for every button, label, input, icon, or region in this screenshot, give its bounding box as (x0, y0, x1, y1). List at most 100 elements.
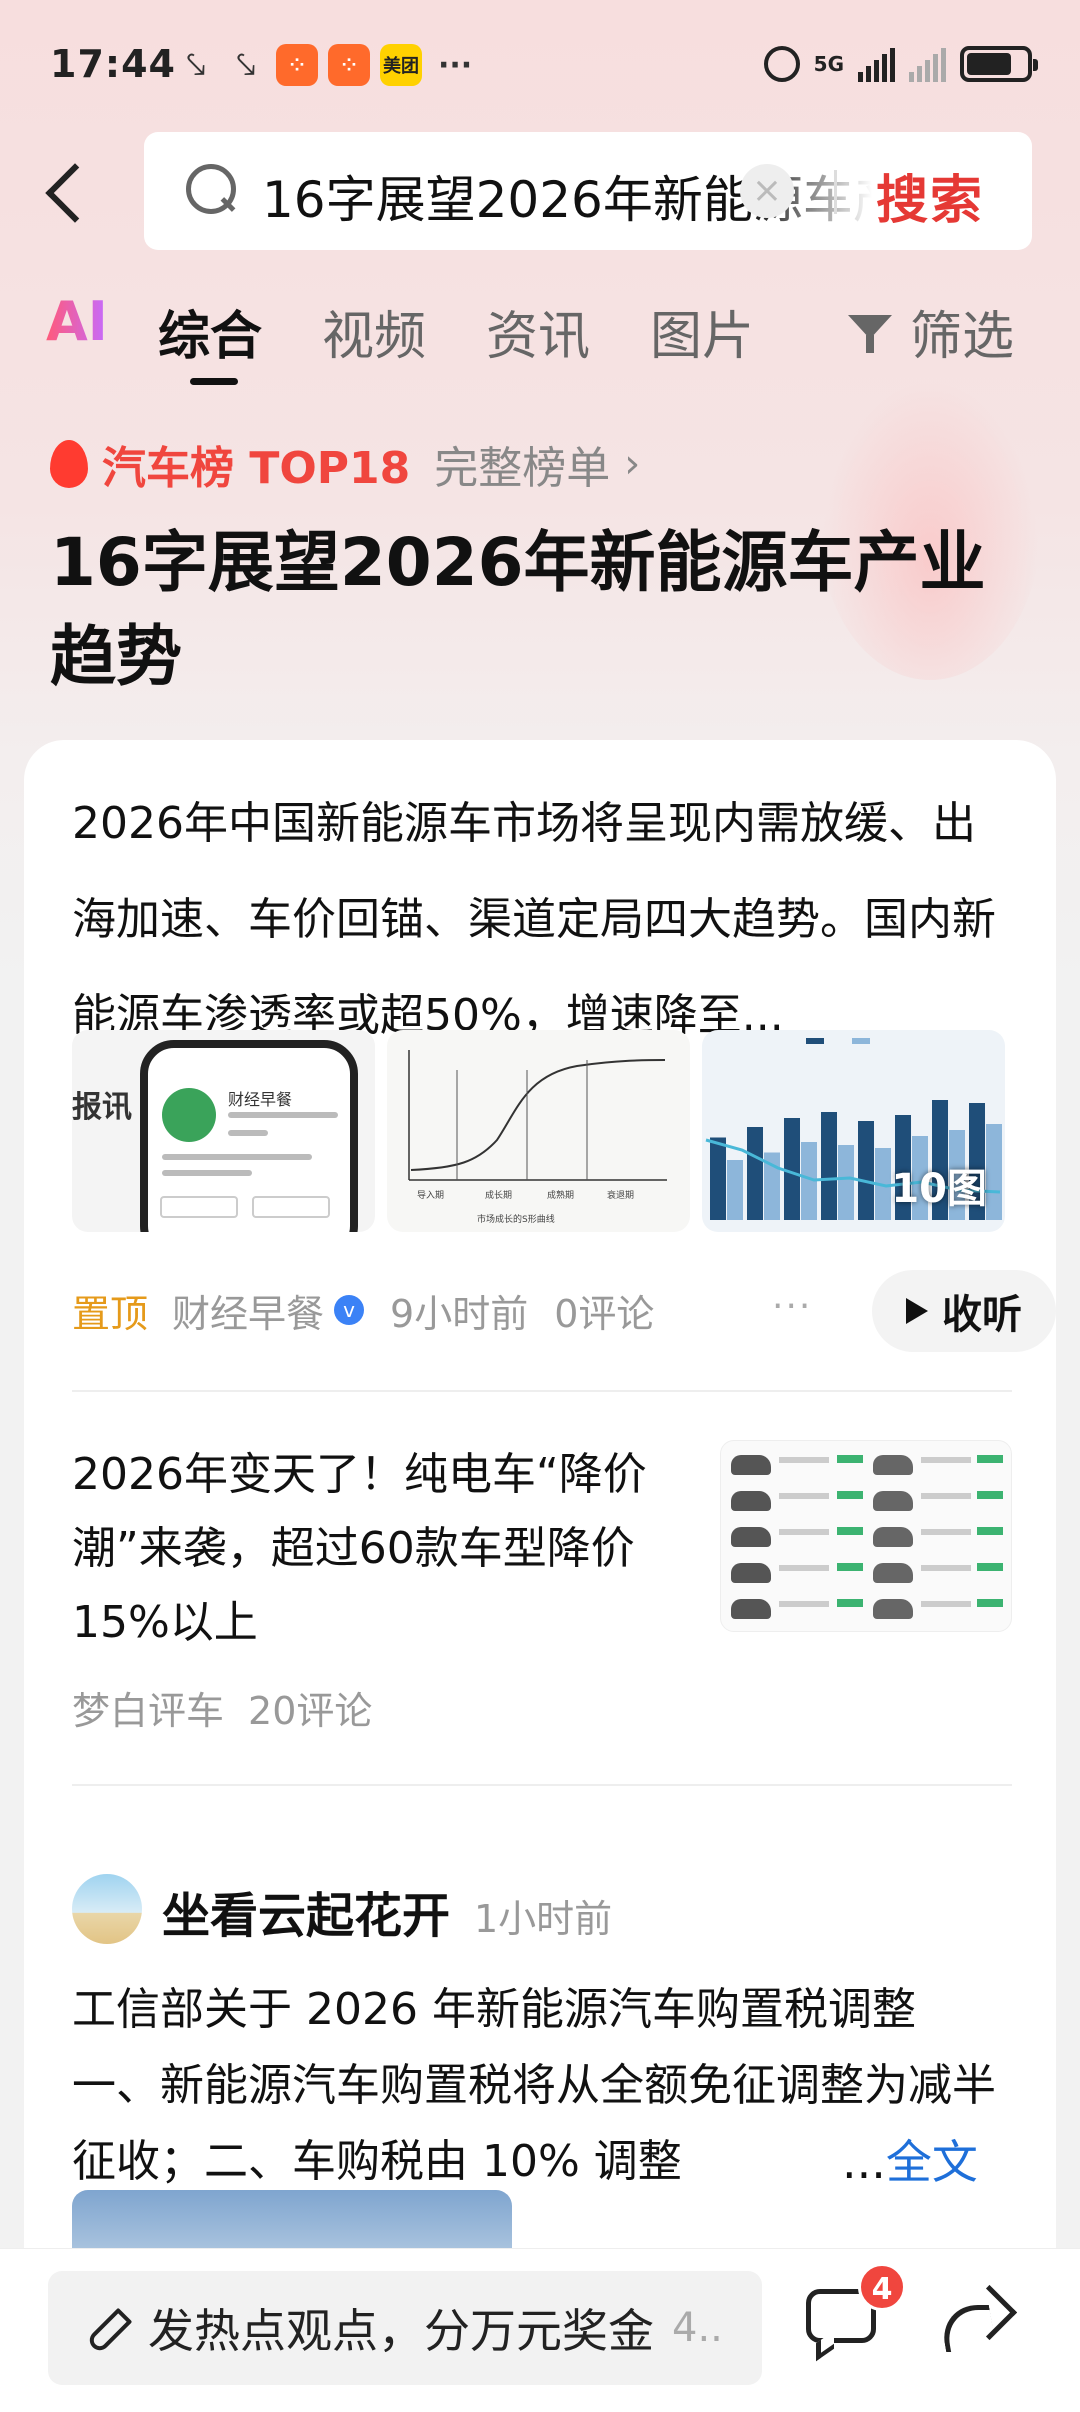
author-name[interactable]: 坐看云起花开 (162, 1876, 450, 1946)
search-divider (834, 170, 837, 214)
ellipsis: ... (842, 2135, 886, 2189)
notification-icons: ⤥ ⤥ ⁘ ⁘ 美团 ··· (176, 44, 472, 86)
stage-label: 成熟期 (547, 1189, 574, 1201)
comment-count: 20评论 (248, 1689, 373, 1733)
text-line (228, 1112, 338, 1118)
divider (72, 1784, 1012, 1786)
chart-bar (784, 1118, 800, 1220)
text-line (162, 1154, 312, 1160)
article-meta: 梦白评车 20评论 (72, 1680, 372, 1735)
article-thumbnail[interactable] (720, 1440, 1012, 1632)
car-price-row (731, 1523, 1003, 1551)
fire-icon (50, 440, 88, 488)
battery-icon (960, 46, 1038, 82)
message-button-graphic (252, 1196, 330, 1218)
alarm-icon (763, 46, 800, 82)
back-button[interactable] (38, 150, 98, 230)
legend-swatch (852, 1038, 870, 1044)
full-ranking-link[interactable]: 完整榜单 (434, 432, 610, 496)
tab-bar: AI 综合 视频 资讯 图片 筛选 (0, 290, 1080, 390)
tab-comprehensive[interactable]: 综合 (158, 294, 262, 369)
tab-news[interactable]: 资讯 (486, 294, 590, 369)
listen-button[interactable]: 收听 (872, 1270, 1056, 1352)
article-thumbnail-3[interactable]: 10图 (702, 1030, 1005, 1232)
comment-count: 0评论 (554, 1291, 655, 1336)
car-price-row (731, 1595, 1003, 1623)
compose-placeholder: 发热点观点，分万元奖金 (148, 2304, 654, 2358)
source-name[interactable]: 梦白评车 (72, 1689, 224, 1733)
s-curve-line (410, 1059, 666, 1171)
system-icons: 5G (763, 46, 1038, 82)
rank-label: 汽车榜 TOP18 (102, 443, 411, 494)
s-curve-diagram: 导入期 成长期 成熟期 衰退期 市场成长的S形曲线 (408, 1050, 667, 1225)
car-price-row (731, 1559, 1003, 1587)
thumb-side-text: 报讯 (72, 1090, 132, 1125)
filter-icon (846, 309, 898, 355)
network-type: 5G (813, 52, 844, 76)
chart-bar (747, 1127, 763, 1220)
chart-bar (986, 1124, 1002, 1220)
stage-label: 成长期 (485, 1189, 512, 1201)
missed-call-icon: ⤥ (186, 45, 206, 85)
full-text-link[interactable]: ...全文 (836, 2126, 978, 2192)
article-image-row[interactable]: 报讯 财经早餐 导入期 成长期 成熟期 衰退期 市场成长的S形曲线 10图 (72, 1030, 1005, 1232)
verified-icon: v (334, 1295, 365, 1325)
car-price-row (731, 1487, 1003, 1515)
more-notifications-icon: ··· (438, 47, 473, 83)
tab-ai[interactable]: AI (46, 290, 108, 353)
play-icon (906, 1298, 928, 1324)
search-icon (186, 164, 236, 214)
stage-label: 衰退期 (607, 1189, 634, 1201)
legend-swatch (806, 1038, 824, 1044)
text-line (228, 1130, 268, 1136)
phone-mockup: 财经早餐 (140, 1040, 358, 1232)
clear-icon[interactable]: × (740, 164, 794, 218)
comment-count-badge: 4 (858, 2263, 906, 2311)
source-name[interactable]: 财经早餐 (172, 1283, 324, 1338)
article-meta: 置顶 财经早餐 v 9小时前 0评论 ··· 收听 (72, 1270, 1056, 1352)
account-name: 财经早餐 (228, 1090, 293, 1109)
compose-more: 4.. (672, 2305, 723, 2351)
tab-images[interactable]: 图片 (650, 294, 754, 369)
listen-label: 收听 (942, 1292, 1022, 1338)
search-button[interactable]: 搜索 (876, 158, 984, 233)
search-box[interactable]: 16字展望2026年新能源车产业趋势 × 搜索 (144, 132, 1032, 250)
post-image[interactable] (72, 2190, 512, 2250)
article-summary[interactable]: 2026年中国新能源车市场将呈现内需放缓、出海加速、车价回锚、渠道定局四大趋势。… (72, 776, 1012, 1066)
chart-bar (858, 1121, 874, 1220)
more-options-icon[interactable]: ··· (772, 1286, 812, 1327)
app-notification-icon: ⁘ (328, 44, 370, 86)
topic-title: 16字展望2026年新能源车产业趋势 (50, 524, 986, 695)
publish-time: 9小时前 (390, 1291, 529, 1336)
missed-call-icon: ⤥ (236, 45, 256, 85)
rank-link[interactable]: 汽车榜 TOP18 完整榜单 › (50, 432, 640, 496)
stage-label: 导入期 (417, 1190, 444, 1201)
image-count-badge: 10图 (891, 1166, 987, 1212)
article-title[interactable]: 2026年变天了！纯电车“降价潮”来袭，超过60款车型降价15%以上 (72, 1438, 692, 1660)
pinned-label: 置顶 (72, 1291, 149, 1336)
chart-bar (710, 1137, 726, 1220)
filter-label: 筛选 (910, 307, 1015, 367)
account-logo (162, 1088, 216, 1142)
chart-bar (821, 1112, 837, 1220)
chart-bar (838, 1145, 854, 1220)
avatar[interactable] (72, 1874, 142, 1944)
pen-icon (80, 2305, 126, 2351)
compose-input[interactable]: 发热点观点，分万元奖金 4.. (48, 2271, 762, 2385)
article-thumbnail-2[interactable]: 导入期 成长期 成熟期 衰退期 市场成长的S形曲线 (387, 1030, 690, 1232)
results-card: 2026年中国新能源车市场将呈现内需放缓、出海加速、车价回锚、渠道定局四大趋势。… (24, 740, 1056, 2412)
tab-video[interactable]: 视频 (322, 294, 426, 369)
tab-active-indicator (190, 378, 238, 385)
divider (72, 1390, 1012, 1392)
diagram-caption: 市场成长的S形曲线 (477, 1213, 555, 1225)
meituan-app-icon: 美团 (380, 44, 422, 86)
signal-icon-sim2 (909, 46, 946, 82)
text-line (162, 1170, 252, 1176)
share-icon[interactable] (936, 2289, 1012, 2361)
filter-button[interactable]: 筛选 (846, 294, 1014, 369)
status-time: 17:44 (50, 42, 176, 86)
status-bar: 17:44 ⤥ ⤥ ⁘ ⁘ 美团 ··· 5G (0, 0, 1080, 130)
article-thumbnail-1[interactable]: 报讯 财经早餐 (72, 1030, 375, 1232)
full-text-label[interactable]: 全文 (886, 2135, 978, 2189)
signal-icon (858, 46, 895, 82)
